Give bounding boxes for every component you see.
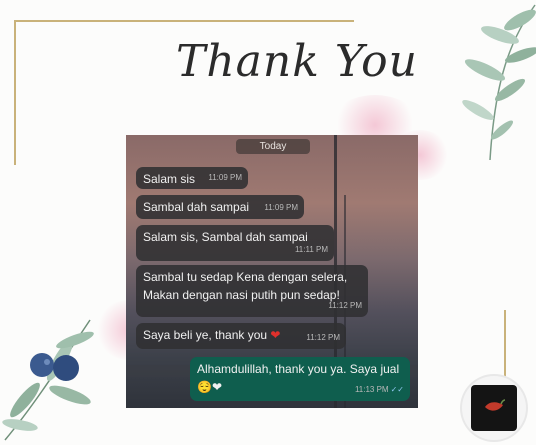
message-time: 11:11 PM [294, 245, 328, 254]
message-time: 11:09 PM [264, 203, 298, 212]
thank-you-title: Thank You [176, 36, 418, 87]
message-text: Saya beli ye, thank you [143, 328, 268, 342]
chat-message-incoming[interactable]: Sambal tu sedap Kena dengan selera, Maka… [136, 265, 368, 317]
message-text: Salam sis, Sambal dah sampai [143, 230, 308, 244]
message-time: 11:12 PM [306, 333, 340, 342]
chat-message-incoming[interactable]: Salam sis, Sambal dah sampai 11:11 PM [136, 225, 334, 261]
message-time: 11:09 PM [208, 173, 242, 182]
date-divider: Today [236, 139, 310, 154]
blueberry-branch-icon [2, 319, 94, 441]
gold-border-top [14, 20, 354, 22]
message-time-status: 11:13 PM ✓✓ [355, 381, 404, 399]
brand-logo-icon [471, 385, 517, 431]
chili-mark-icon [485, 399, 505, 411]
message-text: Salam sis [143, 172, 196, 186]
chat-message-outgoing[interactable]: Alhamdulillah, thank you ya. Saya jual 😌… [190, 357, 410, 401]
chat-message-incoming[interactable]: Salam sis 11:09 PM [136, 167, 248, 189]
heart-emoji: ❤ [270, 328, 281, 342]
chat-screenshot: Today Salam sis 11:09 PM Sambal dah samp… [126, 135, 418, 408]
leaf-branch-icon [462, 4, 536, 161]
chat-message-incoming[interactable]: Sambal dah sampai 11:09 PM [136, 195, 304, 219]
emoji-reaction: 😌❤ [197, 380, 222, 394]
thank-you-card: Thank You Today Salam sis 11:09 PM Samba… [0, 0, 536, 445]
chat-message-incoming[interactable]: Saya beli ye, thank you ❤ 11:12 PM [136, 323, 346, 349]
message-time: 11:12 PM [328, 301, 362, 310]
brand-logo [462, 376, 526, 440]
message-text: Sambal dah sampai [143, 200, 250, 214]
gold-border-left [14, 20, 16, 165]
message-time: 11:13 PM [354, 385, 389, 394]
message-text: Alhamdulillah, thank you ya. Saya jual [197, 362, 400, 376]
message-text-line: Sambal tu sedap Kena dengan selera, [143, 270, 348, 284]
double-check-icon: ✓✓ [390, 385, 404, 394]
